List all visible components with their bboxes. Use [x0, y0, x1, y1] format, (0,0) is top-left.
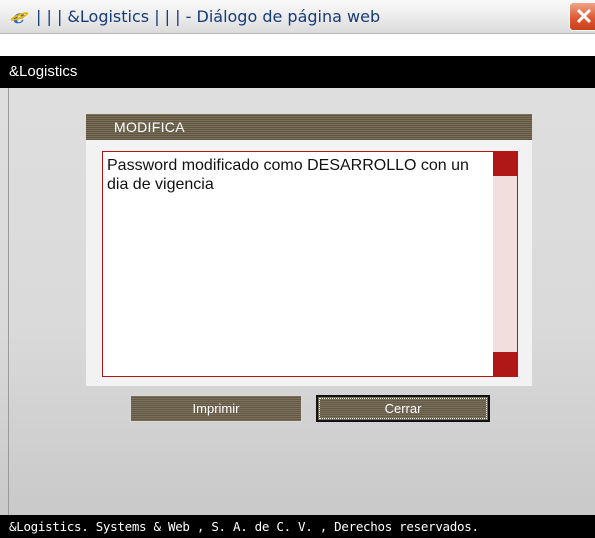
scroll-up-button[interactable] — [493, 152, 517, 176]
footer: &Logistics. Systems & Web , S. A. de C. … — [0, 515, 595, 538]
window-title: | | | &Logistics | | | - Diálogo de pági… — [36, 7, 381, 26]
frame-spacer — [0, 34, 595, 56]
footer-text: &Logistics. Systems & Web , S. A. de C. … — [9, 519, 479, 534]
scroll-down-button[interactable] — [493, 352, 517, 376]
panel-title: MODIFICA — [86, 114, 532, 140]
app-name: &Logistics — [9, 63, 78, 80]
print-button[interactable]: Imprimir — [130, 395, 302, 422]
left-divider — [8, 88, 9, 515]
app-header: &Logistics — [0, 56, 595, 88]
vertical-scrollbar[interactable] — [493, 152, 517, 376]
window-close-button[interactable]: ✕ — [569, 2, 595, 31]
ie-icon: e — [9, 6, 29, 28]
message-textarea[interactable]: Password modificado como DESARROLLO con … — [102, 151, 518, 377]
message-text: Password modificado como DESARROLLO con … — [107, 157, 469, 193]
close-icon: ✕ — [574, 3, 594, 29]
dialog-titlebar: e | | | &Logistics | | | - Diálogo de pá… — [0, 0, 595, 34]
close-button[interactable]: Cerrar — [316, 395, 490, 422]
